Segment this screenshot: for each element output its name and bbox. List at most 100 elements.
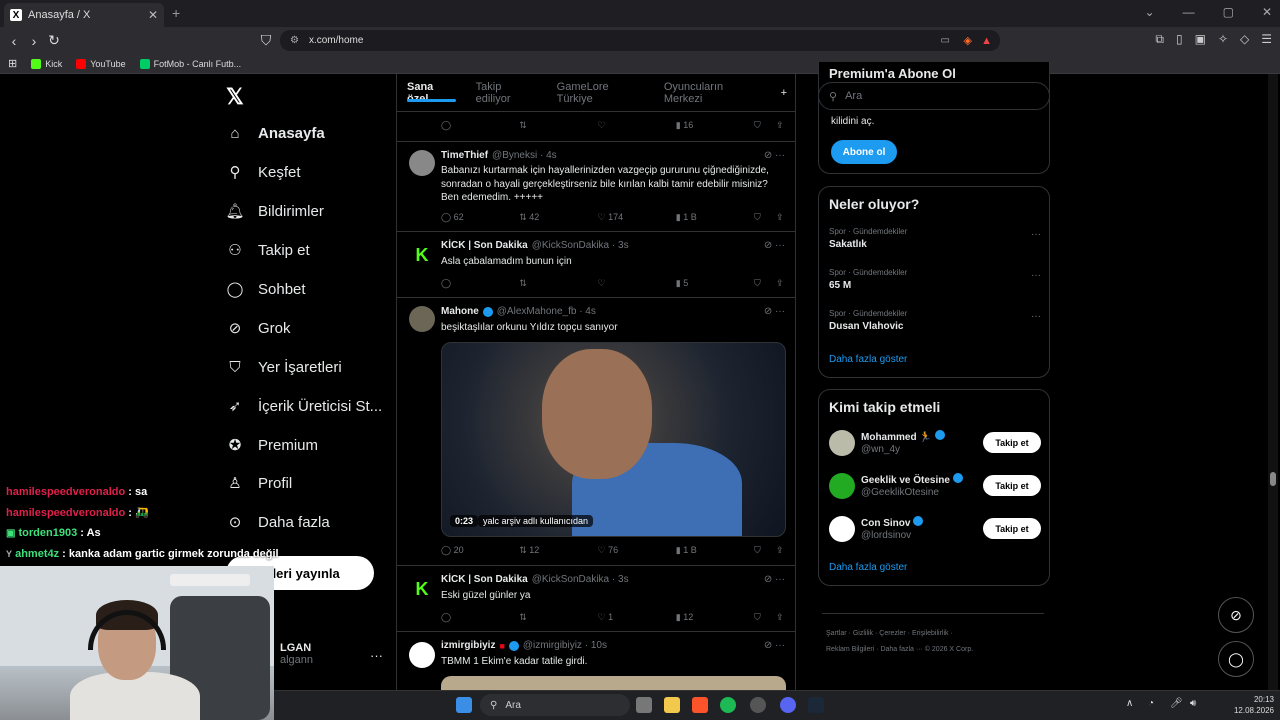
kick-avatar-icon[interactable]: K: [409, 576, 435, 602]
close-window-icon[interactable]: ✕: [1262, 5, 1272, 19]
close-tab-icon[interactable]: ✕: [148, 8, 158, 22]
tab-following[interactable]: Takip ediliyor: [466, 81, 547, 105]
x-logo-icon[interactable]: 𝕏: [226, 84, 244, 110]
reply-button[interactable]: ◯: [441, 278, 519, 289]
tweet[interactable]: TimeThief @Byneksi · 4s ⊘ ··· Babanızı k…: [397, 142, 795, 232]
avatar[interactable]: [829, 516, 855, 542]
trend-item[interactable]: Spor · Gündemdekiler Sakatlık ···: [829, 227, 1041, 250]
rewards-icon[interactable]: ▲: [981, 35, 992, 47]
retweet-button[interactable]: ⇅: [519, 612, 597, 623]
back-icon[interactable]: ‹: [4, 33, 24, 49]
tweet-video[interactable]: 0:23 yalc arşiv adlı kullanıcıdan: [441, 342, 786, 537]
follow-button[interactable]: Takip et: [983, 432, 1041, 453]
steam-icon[interactable]: [808, 697, 824, 713]
trends-show-more-link[interactable]: Daha fazla göster: [829, 354, 907, 365]
avatar[interactable]: [409, 306, 435, 332]
cast-icon[interactable]: ▭: [941, 35, 950, 46]
task-view-icon[interactable]: [636, 697, 652, 713]
tab-list-icon[interactable]: ⌄: [1145, 5, 1155, 19]
wallet-icon[interactable]: ▣: [1195, 32, 1206, 47]
search-input[interactable]: ⚲ Ara: [818, 82, 1050, 110]
avatar[interactable]: [409, 642, 435, 668]
bookmark-kick[interactable]: Kick: [31, 58, 62, 69]
browser-tab[interactable]: X Anasayfa / X ✕: [4, 3, 164, 27]
kick-avatar-icon[interactable]: K: [409, 242, 435, 268]
views-icon[interactable]: ▮ 16: [676, 120, 754, 131]
nav-home[interactable]: ⌂ Anasayfa: [226, 124, 324, 142]
nav-explore[interactable]: ⚲ Keşfet: [226, 163, 301, 182]
author-name[interactable]: TimeThief: [441, 150, 488, 161]
tweet-more-icon[interactable]: ⊘ ···: [764, 640, 785, 651]
share-icon[interactable]: ⇪: [776, 212, 786, 223]
microphone-icon[interactable]: 🎤︎: [1170, 698, 1183, 709]
share-icon[interactable]: ⇪: [776, 120, 786, 131]
windows-start-icon[interactable]: [456, 697, 472, 713]
messages-fab-icon[interactable]: ◯: [1218, 641, 1254, 677]
follow-suggestion[interactable]: Con Sinov @lordsinov Takip et: [829, 514, 1041, 548]
leo-icon[interactable]: ✧: [1218, 32, 1228, 47]
views-button[interactable]: ▮ 12: [676, 612, 754, 623]
nav-more[interactable]: ⊙ Daha fazla: [226, 513, 330, 532]
scrollbar-thumb[interactable]: [1270, 472, 1276, 486]
follow-suggestion[interactable]: Mohammed 🏃 @wn_4y Takip et: [829, 428, 1041, 462]
tweet[interactable]: Mahone @AlexMahone_fb · 4s ⊘ ··· beşikta…: [397, 298, 795, 566]
brave-shield-icon[interactable]: ◈: [964, 34, 972, 47]
vpn-icon[interactable]: ◇: [1240, 32, 1249, 47]
tweet[interactable]: K KİCK | Son Dakika @KickSonDakika · 3s …: [397, 232, 795, 298]
tweet-more-icon[interactable]: ⊘ ···: [764, 574, 785, 585]
nav-follow[interactable]: ⚇ Takip et: [226, 241, 309, 260]
avatar[interactable]: [829, 430, 855, 456]
views-button[interactable]: ▮ 1 B: [676, 212, 754, 223]
system-clock[interactable]: 20:13 12.08.2026: [1234, 694, 1274, 716]
share-icon[interactable]: ⇪: [776, 612, 786, 623]
bookmark-page-icon[interactable]: ⛉: [256, 32, 276, 49]
trend-item[interactable]: Spor · Gündemdekiler 65 M ···: [829, 268, 1041, 291]
tab-for-you[interactable]: Sana özel: [397, 81, 466, 105]
bookmark-fotmob[interactable]: FotMob - Canlı Futb...: [139, 58, 241, 69]
reply-icon[interactable]: ◯: [441, 120, 519, 131]
bookmark-icon[interactable]: ⛉: [754, 120, 776, 131]
trend-more-icon[interactable]: ···: [1031, 311, 1041, 322]
views-button[interactable]: ▮ 1 B: [676, 545, 754, 556]
spotify-icon[interactable]: [720, 697, 736, 713]
like-icon[interactable]: ♡: [598, 120, 676, 131]
taskbar-search[interactable]: ⚲ Ara: [480, 694, 630, 716]
video-credit[interactable]: yalc arşiv adlı kullanıcıdan: [478, 515, 594, 527]
retweet-button[interactable]: ⇅ 12: [519, 545, 597, 556]
subscribe-button[interactable]: Abone ol: [831, 140, 897, 164]
like-button[interactable]: ♡: [598, 278, 676, 289]
share-icon[interactable]: ⇪: [776, 545, 786, 556]
extensions-icon[interactable]: ⧉: [1155, 32, 1164, 47]
add-tab-icon[interactable]: +: [771, 87, 795, 99]
account-switcher[interactable]: LGAN algann: [280, 642, 313, 666]
follow-button[interactable]: Takip et: [983, 475, 1041, 496]
new-tab-icon[interactable]: +: [172, 5, 180, 21]
retweet-button[interactable]: ⇅ 42: [519, 212, 597, 223]
tab-oyuncular[interactable]: Oyuncuların Merkezi: [654, 81, 771, 105]
address-bar[interactable]: ⚙ x.com/home ▭ ◈ ▲: [280, 30, 1000, 51]
forward-icon[interactable]: ›: [24, 33, 44, 49]
bookmark-icon[interactable]: ⛉: [754, 612, 776, 623]
scrollbar[interactable]: [1268, 74, 1278, 720]
apps-icon[interactable]: ⊞: [8, 57, 17, 70]
reply-button[interactable]: ◯ 20: [441, 545, 519, 556]
trend-more-icon[interactable]: ···: [1031, 229, 1041, 240]
follow-button[interactable]: Takip et: [983, 518, 1041, 539]
footer-line[interactable]: Reklam Bilgileri · Daha fazla ··· © 2026…: [826, 642, 1046, 658]
reload-icon[interactable]: ↻: [44, 32, 64, 49]
nav-chat[interactable]: ◯ Sohbet: [226, 280, 306, 299]
bookmark-youtube[interactable]: YouTube: [76, 58, 126, 69]
author-name[interactable]: KİCK | Son Dakika: [441, 574, 528, 585]
bookmark-icon[interactable]: ⛉: [754, 545, 776, 556]
network-icon[interactable]: ◔: [1148, 698, 1154, 709]
trend-item[interactable]: Spor · Gündemdekiler Dusan Vlahovic ···: [829, 309, 1041, 332]
nav-bookmarks[interactable]: ⛉ Yer İşaretleri: [226, 358, 341, 376]
avatar[interactable]: [409, 150, 435, 176]
volume-icon[interactable]: 🔊︎: [1190, 698, 1196, 709]
avatar[interactable]: [829, 473, 855, 499]
nav-creator-studio[interactable]: ➶ İçerik Üreticisi St...: [226, 397, 382, 416]
who-show-more-link[interactable]: Daha fazla göster: [829, 562, 907, 573]
tweet-more-icon[interactable]: ⊘ ···: [764, 306, 785, 317]
like-button[interactable]: ♡ 1: [598, 612, 676, 623]
author-name[interactable]: Mahone: [441, 306, 479, 317]
